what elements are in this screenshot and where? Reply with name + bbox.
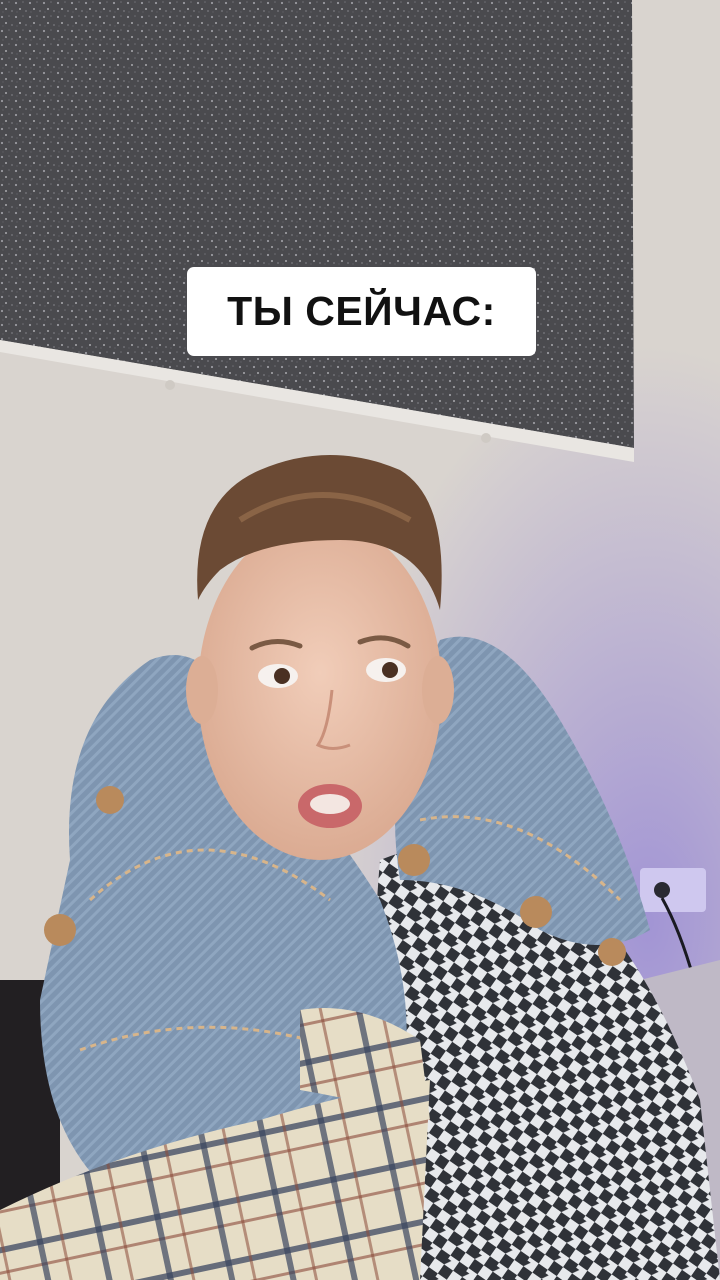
caption-box: ТЫ СЕЙЧАС:: [187, 267, 536, 356]
caption-text: ТЫ СЕЙЧАС:: [227, 288, 496, 334]
scene-illustration: [0, 0, 720, 1280]
video-frame: ТЫ СЕЙЧАС:: [0, 0, 720, 1280]
